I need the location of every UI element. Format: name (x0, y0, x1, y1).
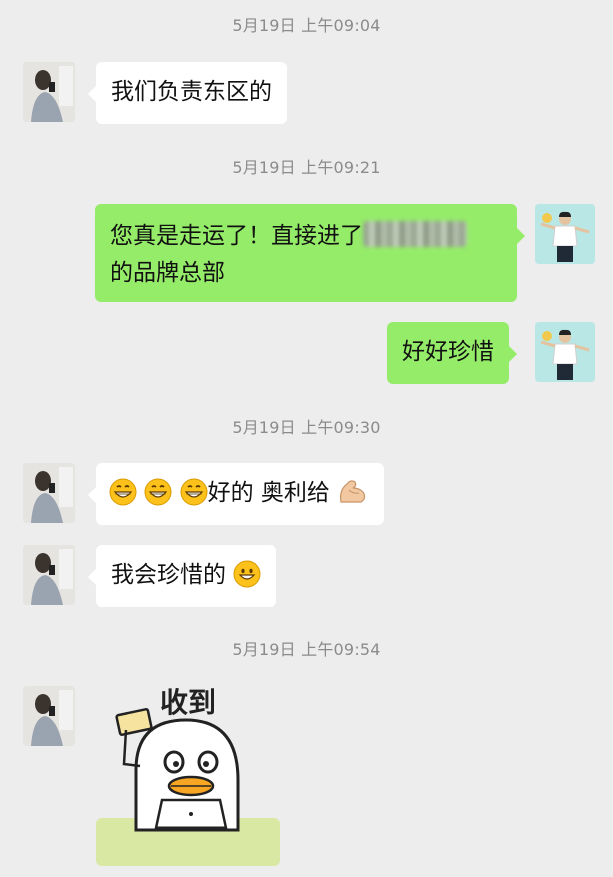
grinning-face-icon (144, 478, 172, 517)
duck-sticker[interactable]: 收到 (96, 680, 282, 866)
avatar-contact[interactable] (23, 686, 75, 746)
sticker-caption: 收到 (160, 686, 216, 719)
message-text: 我们负责东区的 (111, 79, 272, 105)
avatar-contact[interactable] (23, 62, 75, 122)
message-text: 我会珍惜的 (111, 562, 226, 588)
avatar-contact[interactable] (23, 545, 75, 605)
timestamp: 5月19日 上午09:21 (232, 158, 381, 177)
timestamp: 5月19日 上午09:30 (232, 418, 381, 437)
grinning-face-icon (109, 478, 137, 517)
timestamp: 5月19日 上午09:54 (232, 640, 381, 659)
message-text: 好的 奥利给 (207, 480, 330, 506)
timestamp: 5月19日 上午09:04 (232, 16, 381, 35)
message-bubble-outgoing[interactable]: 您真是走运了！直接进了 的品牌总部 (95, 204, 525, 302)
avatar-self[interactable] (535, 204, 595, 264)
message-text: 好好珍惜 (402, 339, 494, 365)
message-bubble-outgoing[interactable]: 好好珍惜 (387, 322, 517, 384)
grinning-face-icon (180, 478, 208, 517)
message-text: 您真是走运了！直接进了 (110, 223, 363, 249)
smiling-face-icon (233, 560, 261, 599)
message-text-line2: 的品牌总部 (110, 260, 225, 286)
message-bubble-incoming[interactable]: 好的 奥利给 (87, 463, 385, 525)
flexed-biceps-icon (337, 476, 369, 517)
avatar-contact[interactable] (23, 463, 75, 523)
avatar-self[interactable] (535, 322, 595, 382)
message-bubble-incoming[interactable]: 我会珍惜的 (87, 545, 277, 607)
message-bubble-incoming[interactable]: 我们负责东区的 (88, 62, 287, 124)
redacted-blur (363, 221, 467, 247)
